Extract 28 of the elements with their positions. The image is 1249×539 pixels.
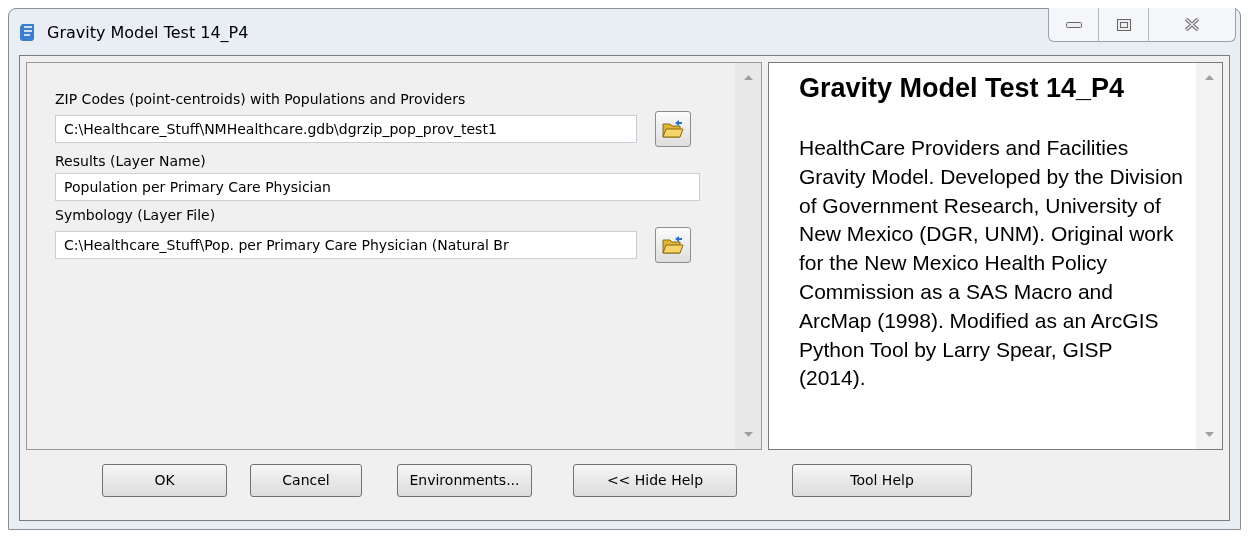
input-field[interactable]: C:\Healthcare_Stuff\NMHealthcare.gdb\dgrzip_pop_prov_test1 — [55, 115, 637, 143]
parameter-label: ZIP Codes (point-centroids) with Populations and Providers — [55, 91, 467, 107]
dialog-button[interactable]: << Hide Help — [573, 463, 737, 497]
folder-icon — [662, 235, 684, 255]
help-title: Gravity Model Test 14_P4 — [799, 73, 1126, 104]
window-title: Gravity Model Test 14_P4 — [47, 22, 249, 42]
browse-button[interactable] — [655, 111, 691, 147]
minimize-icon — [1065, 21, 1082, 28]
parameter-label: Results (Layer Name) — [55, 153, 207, 169]
scroll-up-icon[interactable] — [743, 75, 753, 80]
input-field[interactable]: C:\Healthcare_Stuff\Pop. per Primary Care Physician (Natural Br — [55, 231, 637, 259]
close-icon — [1184, 18, 1200, 31]
folder-icon — [662, 119, 684, 139]
input-field[interactable]: Population per Primary Care Physician — [55, 173, 700, 201]
parameter-label: Symbology (Layer File) — [55, 207, 217, 223]
scroll-down-icon[interactable] — [1204, 432, 1214, 437]
dialog-button[interactable]: Environments... — [397, 463, 532, 497]
scroll-down-icon[interactable] — [743, 432, 753, 437]
scroll-up-icon[interactable] — [1204, 75, 1214, 80]
dialog-button[interactable]: Tool Help — [792, 463, 972, 497]
help-text: HealthCare Providers and Facilities Gravity Model. Developed by the Division of Government Research, University of New Mexico (DGR, UNM). Original work for the New Mexico Health Policy Commission as a SAS Macro and ArcMap (1998). Modified as an ArcGIS Python Tool by Larry Spear, GISP (2014). — [799, 135, 1184, 392]
scrollbar[interactable] — [735, 63, 761, 449]
dialog-button[interactable]: Cancel — [250, 463, 362, 497]
scrollbar[interactable] — [1196, 63, 1222, 449]
maximize-icon — [1116, 18, 1131, 31]
scroll-icon — [19, 22, 37, 42]
browse-button[interactable] — [655, 227, 691, 263]
dialog-button[interactable]: OK — [102, 463, 227, 497]
